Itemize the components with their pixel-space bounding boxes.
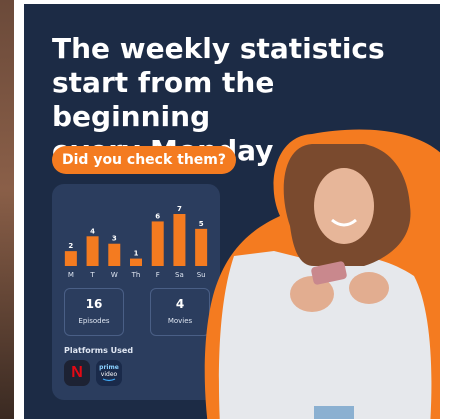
bar-value-label: 6 (155, 212, 160, 220)
bar-value-label: 2 (68, 242, 73, 250)
bar-t (86, 236, 99, 266)
day-tick-label: W (111, 271, 118, 279)
bar-value-label: 4 (90, 227, 95, 235)
prime-smile-icon (102, 378, 116, 382)
day-tick-label: Sa (175, 271, 184, 279)
netflix-glyph: N (71, 364, 83, 381)
day-tick-label: F (156, 271, 160, 279)
bar-sa (173, 214, 186, 266)
weekly-bar-chart: 2M4T3W1Th6F7Sa5Su (64, 205, 208, 279)
day-tick-label: Th (131, 271, 141, 279)
day-tick-label: M (68, 271, 74, 279)
episodes-count: 16 (85, 297, 103, 311)
day-tick-label: T (89, 271, 95, 279)
netflix-icon: N (64, 360, 90, 386)
bar-value-label: 1 (134, 250, 139, 258)
video-text: video (100, 371, 118, 378)
episodes-stat: 16 Episodes (64, 288, 124, 336)
platforms-used-label: Platforms Used (64, 346, 134, 355)
bar-value-label: 3 (112, 235, 117, 243)
prime-video-icon: prime video (96, 360, 122, 386)
bar-m (64, 251, 77, 266)
bar-w (108, 243, 121, 266)
bar-value-label: 7 (177, 205, 182, 213)
promo-card: The weekly statistics start from the beg… (24, 4, 440, 419)
prime-text: prime (99, 364, 119, 371)
bar-th (130, 258, 142, 266)
episodes-label: Episodes (78, 317, 110, 325)
bar-f (151, 221, 164, 266)
adjacent-photo-edge (0, 0, 14, 419)
woman-with-phone-photo (194, 116, 440, 419)
